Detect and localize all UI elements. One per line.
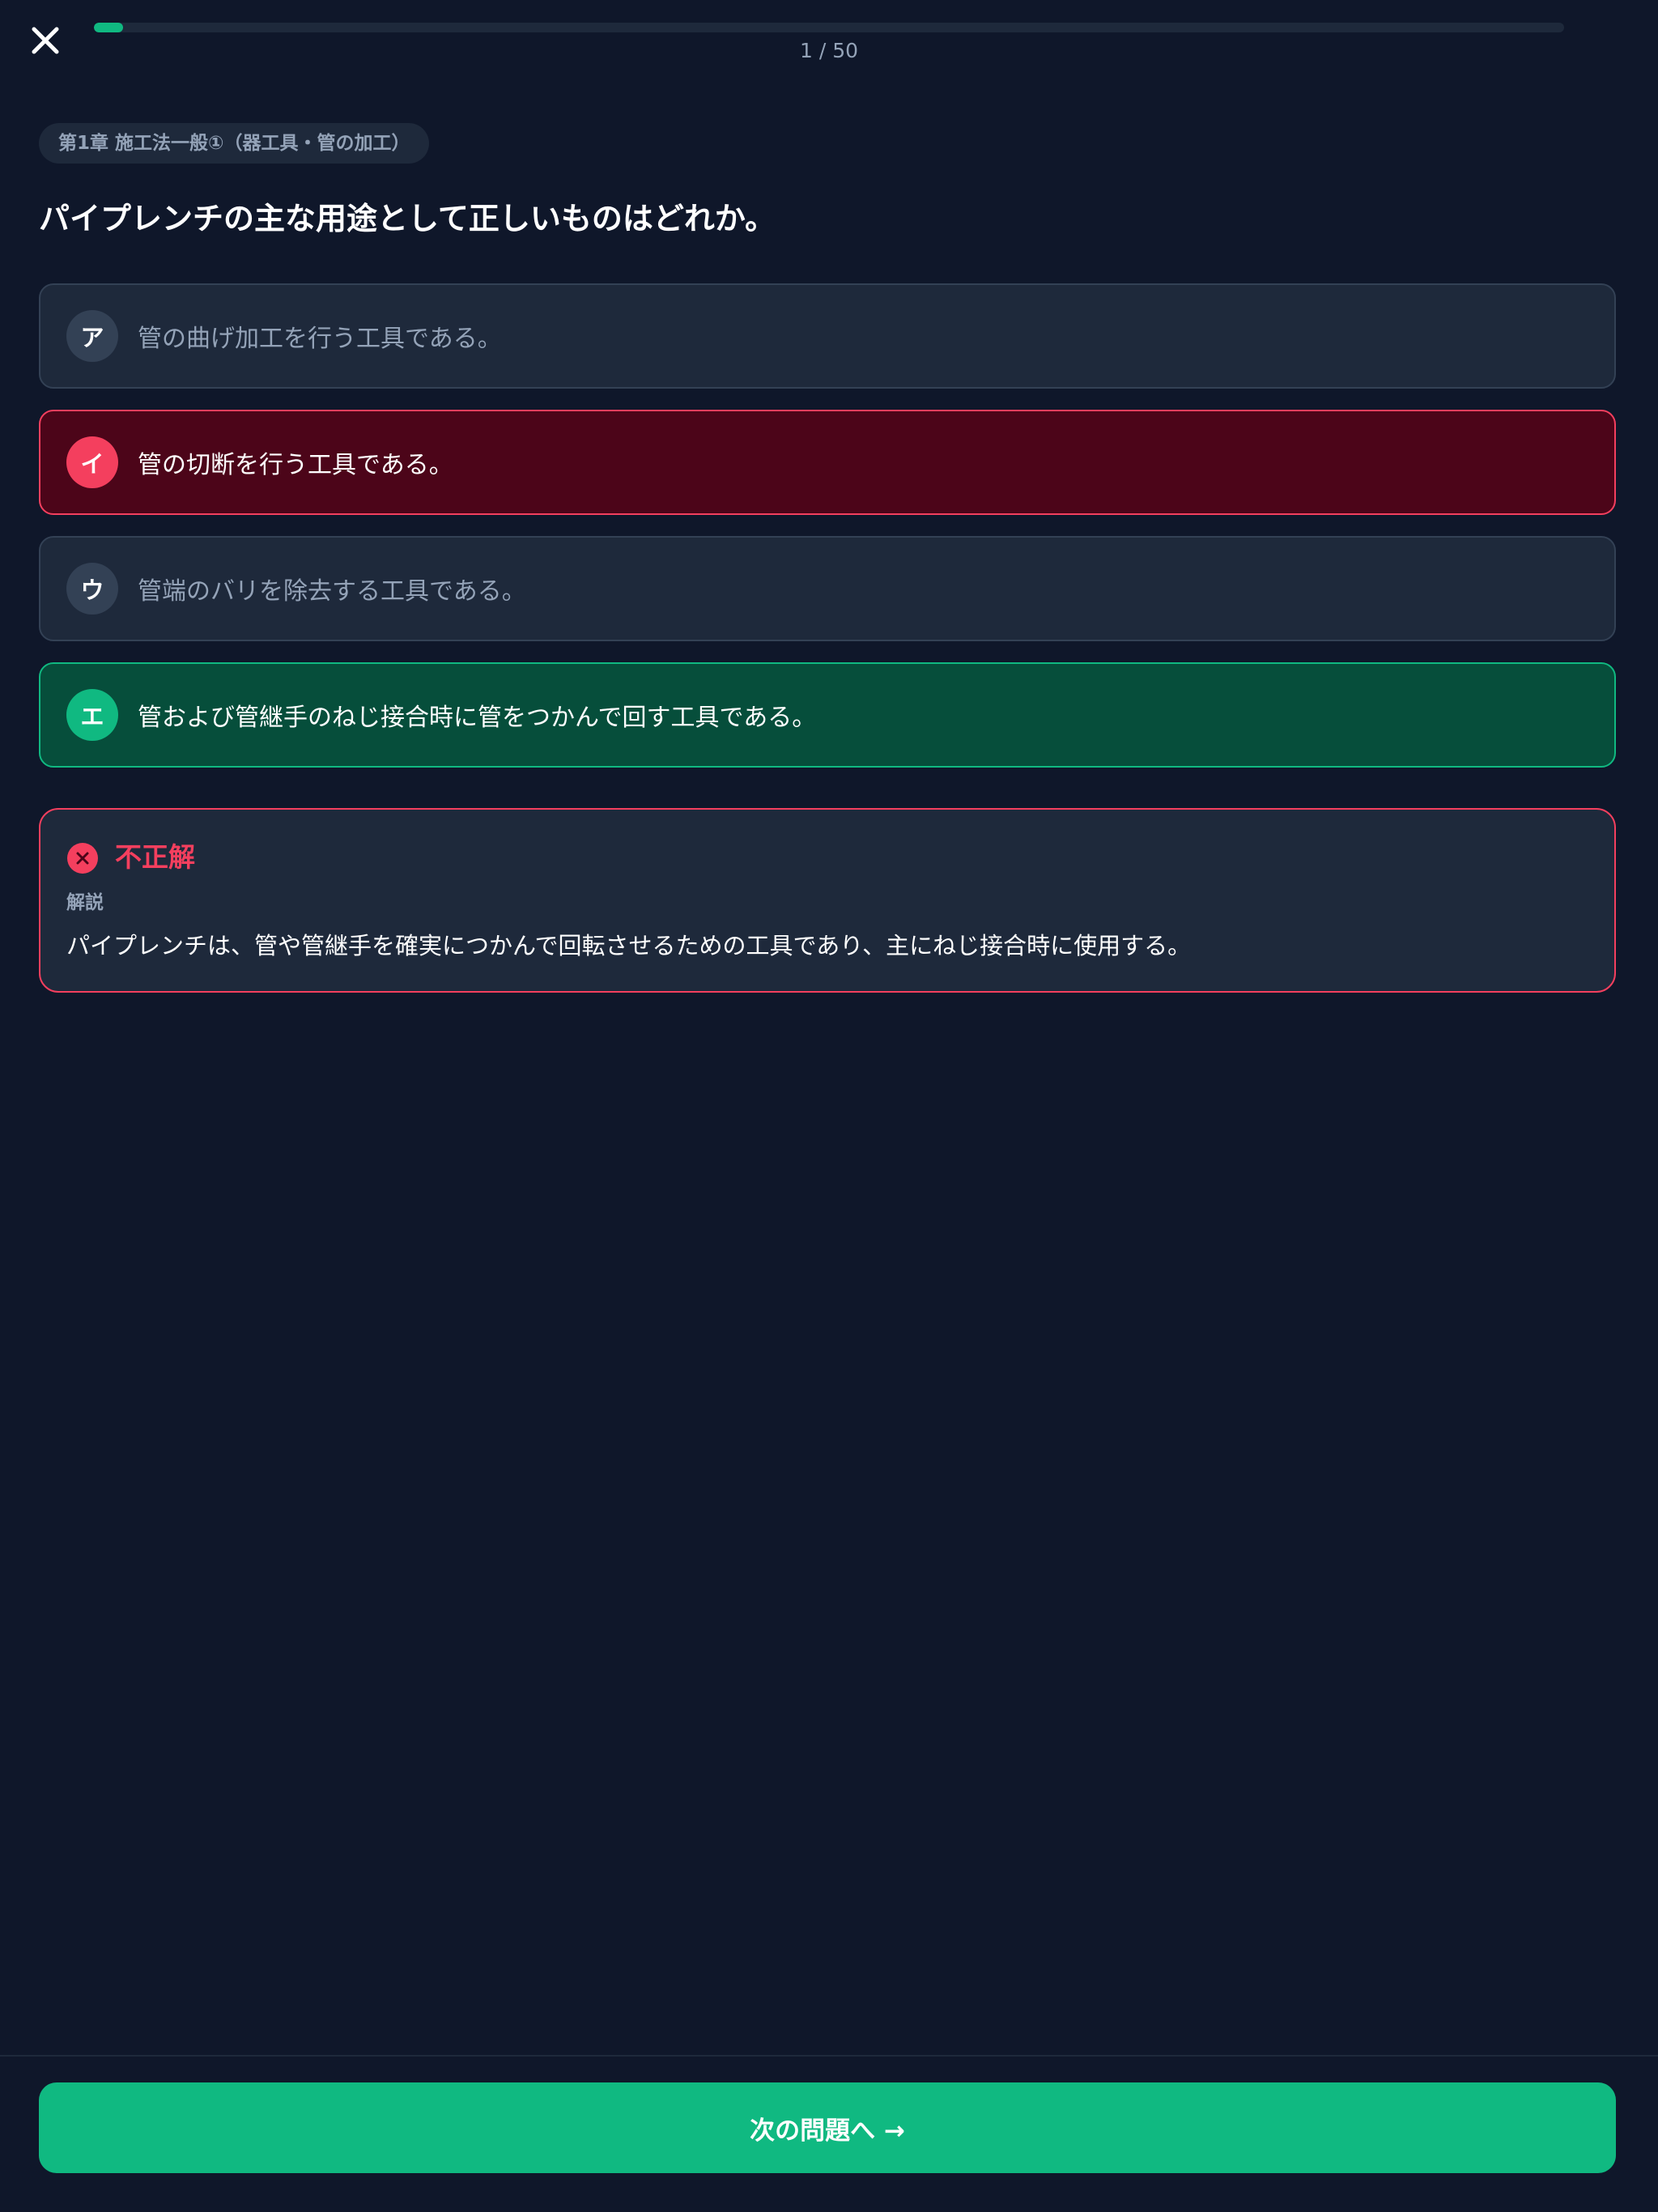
option-text: 管の切断を行う工具である。 <box>138 451 453 479</box>
option-marker: エ <box>66 689 118 741</box>
option-text: 管および管継手のねじ接合時に管をつかんで回す工具である。 <box>138 704 817 732</box>
next-question-button[interactable]: 次の問題へ → <box>39 2082 1616 2173</box>
progress-bar <box>94 23 1564 32</box>
progress-fill <box>94 23 124 32</box>
explanation-label: 解説 <box>66 892 104 913</box>
option-d[interactable]: エ 管および管継手のねじ接合時に管をつかんで回す工具である。 <box>39 662 1616 768</box>
result-panel: 不正解 解説 パイプレンチは、管や管継手を確実につかんで回転させるための工具であ… <box>39 808 1616 993</box>
result-title: 不正解 <box>115 841 195 873</box>
question-text: パイプレンチの主な用途として正しいものはどれか。 <box>39 201 776 236</box>
progress-counter: 1 / 50 <box>799 39 859 62</box>
option-a[interactable]: ア 管の曲げ加工を行う工具である。 <box>39 283 1616 389</box>
footer-divider <box>0 2055 1658 2057</box>
option-text: 管端のバリを除去する工具である。 <box>138 577 526 606</box>
option-marker: ア <box>66 310 118 362</box>
chapter-badge: 第1章 施工法一般①（器工具・管の加工） <box>39 123 430 164</box>
option-b[interactable]: イ 管の切断を行う工具である。 <box>39 410 1616 515</box>
option-c[interactable]: ウ 管端のバリを除去する工具である。 <box>39 536 1616 641</box>
explanation-text: パイプレンチは、管や管継手を確実につかんで回転させるための工具であり、主にねじ接… <box>66 932 1192 959</box>
option-text: 管の曲げ加工を行う工具である。 <box>138 325 502 353</box>
option-marker: イ <box>66 436 118 488</box>
x-circle-icon <box>67 843 98 874</box>
option-marker: ウ <box>66 563 118 615</box>
